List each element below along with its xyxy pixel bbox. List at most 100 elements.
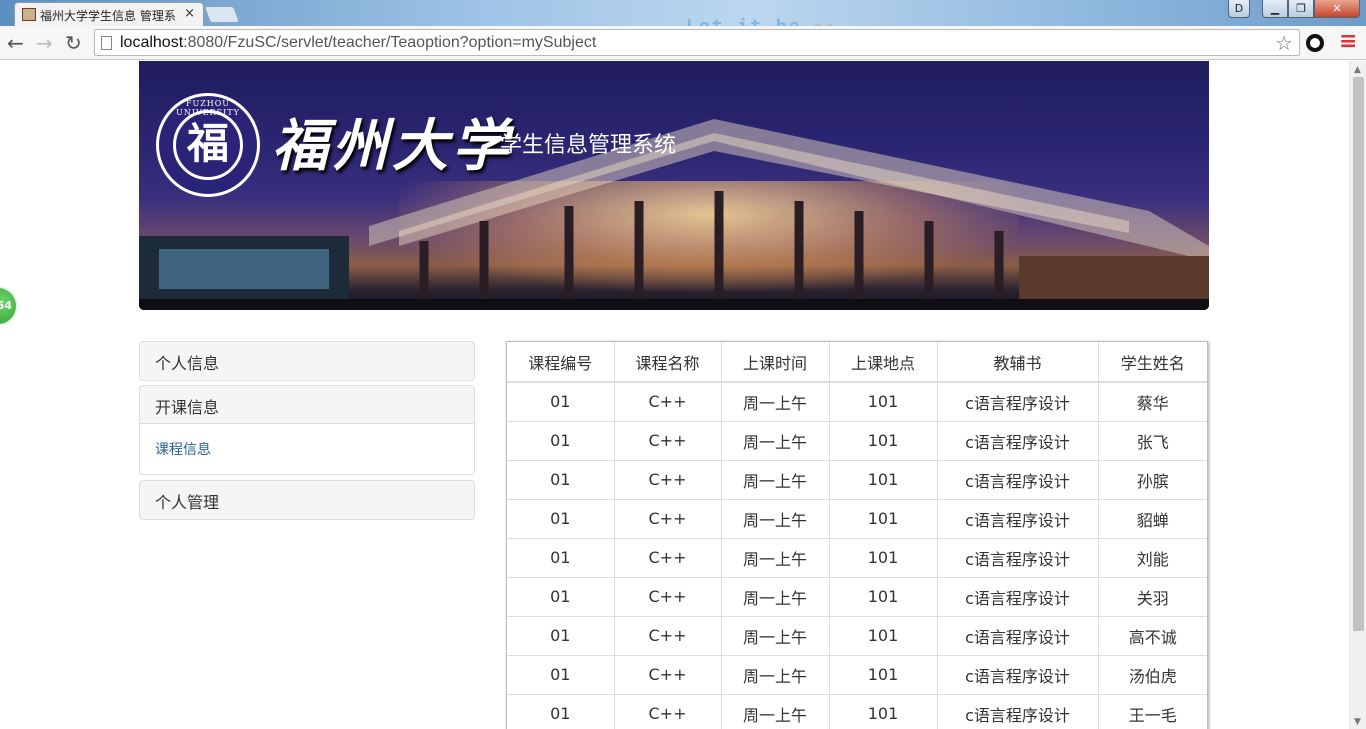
header-student-name: 学生姓名	[1097, 342, 1207, 383]
cell-course-id: 01	[507, 654, 615, 695]
header-course-id: 课程编号	[507, 342, 615, 383]
minimize-button[interactable]: ▁	[1262, 0, 1288, 18]
cell-student-name: 王一毛	[1097, 693, 1207, 729]
cell-course-id: 01	[507, 537, 615, 578]
favicon-icon	[22, 8, 36, 21]
browser-tab[interactable]: 福州大学学生信息 管理系 ×	[14, 2, 204, 26]
cell-student-name: 关羽	[1097, 576, 1207, 617]
table-row: 01 C++ 周一上午 101 c语言程序设计 张飞	[507, 420, 1207, 461]
cell-student-name: 蔡华	[1097, 381, 1207, 422]
forward-arrow-icon[interactable]: →	[36, 31, 53, 55]
cell-course-id: 01	[507, 576, 615, 617]
cell-course-id: 01	[507, 693, 615, 729]
tab-close-icon[interactable]: ×	[184, 6, 195, 21]
extension-icon[interactable]	[1306, 34, 1324, 52]
sidebar-item-course-offering[interactable]: 开课信息	[140, 386, 474, 424]
table-row: 01 C++ 周一上午 101 c语言程序设计 高不诚	[507, 615, 1207, 656]
header-textbook: 教辅书	[936, 342, 1099, 383]
table-body: 01 C++ 周一上午 101 c语言程序设计 蔡华 01 C++ 周一上午 101 c语言程序设计…	[507, 381, 1207, 729]
url-text[interactable]: localhost:8080/FzuSC/servlet/teacher/Tea…	[120, 34, 596, 52]
cell-course-name: C++	[613, 381, 722, 422]
cell-course-id: 01	[507, 498, 615, 539]
reload-icon[interactable]: ↻	[65, 31, 82, 55]
course-table: 课程编号 课程名称 上课时间 上课地点 教辅书 学生姓名 01 C++ 周一上午 10…	[507, 342, 1207, 729]
cell-textbook: c语言程序设计	[936, 615, 1099, 656]
cell-textbook: c语言程序设计	[936, 537, 1099, 578]
cell-course-name: C++	[613, 615, 722, 656]
seal-character: 福	[173, 110, 243, 180]
cell-student-name: 张飞	[1097, 420, 1207, 461]
sidebar-item-personal-management[interactable]: 个人管理	[140, 481, 474, 519]
url-host: localhost	[120, 34, 184, 51]
cell-course-name: C++	[613, 654, 722, 695]
course-info-link[interactable]: 课程信息	[155, 442, 211, 458]
cell-class-location: 101	[828, 654, 938, 695]
url-path: :8080/FzuSC/servlet/teacher/Teaoption?op…	[183, 34, 597, 51]
cell-textbook: c语言程序设计	[936, 420, 1099, 461]
cell-course-id: 01	[507, 420, 615, 461]
page-viewport: 54 FUZHOU UNIVERSITY 福 福州大学 学生信息管理系统 个人信…	[0, 61, 1349, 729]
scroll-up-arrow-icon[interactable]: ▲	[1354, 65, 1361, 75]
cell-class-location: 101	[828, 615, 938, 656]
cell-textbook: c语言程序设计	[936, 498, 1099, 539]
address-bar[interactable]: localhost:8080/FzuSC/servlet/teacher/Tea…	[94, 29, 1300, 56]
scrollbar-thumb[interactable]	[1353, 77, 1364, 631]
cell-class-time: 周一上午	[720, 498, 830, 539]
header-class-location: 上课地点	[828, 342, 938, 383]
cell-class-time: 周一上午	[720, 459, 830, 500]
system-title: 学生信息管理系统	[500, 133, 677, 158]
bookmark-star-icon[interactable]: ☆	[1275, 31, 1293, 55]
table-row: 01 C++ 周一上午 101 c语言程序设计 貂蝉	[507, 498, 1207, 539]
cell-class-time: 周一上午	[720, 381, 830, 422]
close-window-button[interactable]: ✕	[1314, 0, 1360, 18]
sidebar-panel-personal-management[interactable]: 个人管理	[139, 480, 475, 520]
back-arrow-icon[interactable]: ←	[7, 31, 24, 55]
maximize-button[interactable]: ❐	[1288, 0, 1314, 18]
sidebar-panel-course-offering: 开课信息 课程信息	[139, 385, 475, 475]
profile-button[interactable]: D	[1228, 0, 1250, 18]
cell-class-time: 周一上午	[720, 420, 830, 461]
cell-student-name: 孙膑	[1097, 459, 1207, 500]
table-row: 01 C++ 周一上午 101 c语言程序设计 孙膑	[507, 459, 1207, 500]
cell-student-name: 高不诚	[1097, 615, 1207, 656]
course-table-container: 课程编号 课程名称 上课时间 上课地点 教辅书 学生姓名 01 C++ 周一上午 10…	[506, 341, 1208, 729]
scroll-down-arrow-icon[interactable]: ▼	[1354, 717, 1361, 727]
cell-textbook: c语言程序设计	[936, 693, 1099, 729]
table-row: 01 C++ 周一上午 101 c语言程序设计 王一毛	[507, 693, 1207, 729]
cell-class-location: 101	[828, 420, 938, 461]
header-course-name: 课程名称	[613, 342, 722, 383]
cell-class-time: 周一上午	[720, 537, 830, 578]
cell-textbook: c语言程序设计	[936, 459, 1099, 500]
table-row: 01 C++ 周一上午 101 c语言程序设计 关羽	[507, 576, 1207, 617]
new-tab-button[interactable]	[203, 6, 241, 23]
cell-class-location: 101	[828, 537, 938, 578]
banner-architecture-image	[139, 119, 1209, 310]
vertical-scrollbar[interactable]: ▲ ▼	[1349, 61, 1366, 729]
browser-toolbar: ← → ↻ localhost:8080/FzuSC/servlet/teach…	[0, 26, 1366, 60]
cell-class-time: 周一上午	[720, 654, 830, 695]
cell-student-name: 刘能	[1097, 537, 1207, 578]
window-titlebar: 福州大学学生信息 管理系 × Let it be me D ▁ ❐ ✕	[0, 0, 1366, 37]
cell-class-location: 101	[828, 459, 938, 500]
cell-course-name: C++	[613, 498, 722, 539]
cell-textbook: c语言程序设计	[936, 381, 1099, 422]
cell-course-name: C++	[613, 459, 722, 500]
university-seal-logo: FUZHOU UNIVERSITY 福	[156, 93, 260, 197]
floating-badge[interactable]: 54	[0, 286, 18, 326]
cell-course-id: 01	[507, 615, 615, 656]
menu-icon[interactable]: ≡	[1339, 29, 1357, 54]
cell-course-name: C++	[613, 537, 722, 578]
sidebar-panel-body: 课程信息	[140, 424, 474, 474]
cell-class-time: 周一上午	[720, 615, 830, 656]
sidebar-panel-personal-info[interactable]: 个人信息	[139, 341, 475, 381]
cell-course-name: C++	[613, 693, 722, 729]
cell-course-name: C++	[613, 576, 722, 617]
cell-class-time: 周一上午	[720, 576, 830, 617]
cell-student-name: 貂蝉	[1097, 498, 1207, 539]
cell-class-location: 101	[828, 381, 938, 422]
cell-course-id: 01	[507, 459, 615, 500]
sidebar-item-personal-info[interactable]: 个人信息	[140, 342, 474, 380]
cell-textbook: c语言程序设计	[936, 654, 1099, 695]
table-row: 01 C++ 周一上午 101 c语言程序设计 蔡华	[507, 381, 1207, 422]
university-name-calligraphy: 福州大学	[272, 113, 512, 179]
